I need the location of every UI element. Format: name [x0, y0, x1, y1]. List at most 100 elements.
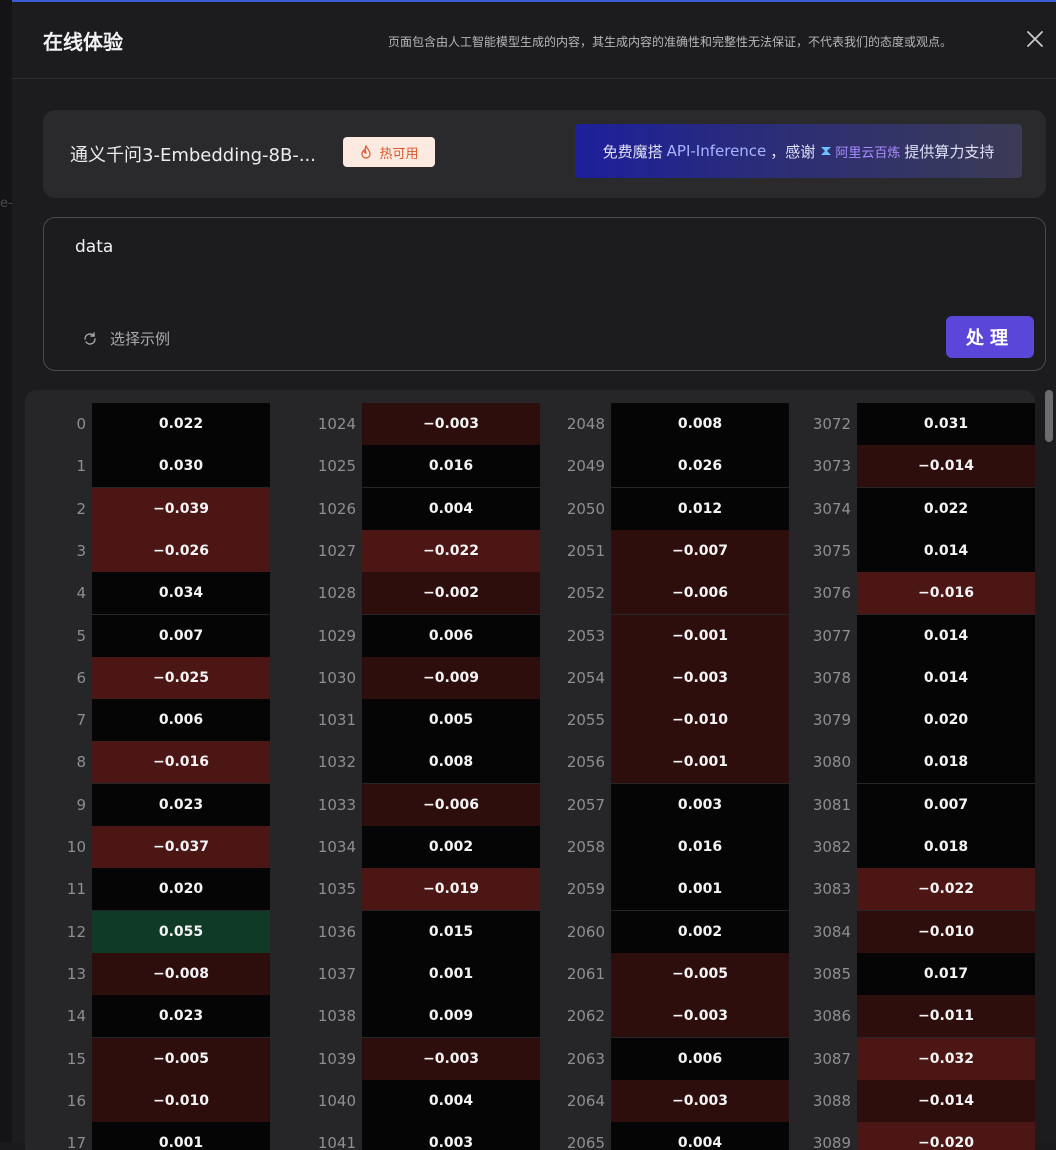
badge-label: 热可用 — [379, 146, 419, 162]
dimension-index: 1034 — [317, 838, 356, 856]
embedding-value-cell: −0.025 — [92, 656, 270, 699]
embedding-value-cell: −0.016 — [857, 572, 1035, 615]
embedding-value-cell: 0.006 — [92, 699, 270, 742]
embedding-value-cell: 0.016 — [362, 445, 540, 488]
bailian-logo-icon — [821, 147, 832, 155]
embedding-value-cell: 0.014 — [857, 614, 1035, 657]
embedding-value-cell: 0.055 — [92, 910, 270, 953]
embedding-value-cell: −0.020 — [857, 1122, 1035, 1150]
dimension-index: 1033 — [317, 795, 356, 814]
flame-icon — [361, 145, 372, 159]
dimension-index: 2049 — [566, 457, 605, 476]
input-text[interactable]: data — [75, 237, 113, 257]
dimension-index: 2064 — [566, 1091, 605, 1110]
dimension-index: 1039 — [317, 1049, 356, 1068]
text-input-box[interactable]: data 选择示例 处理 — [43, 217, 1046, 371]
embedding-value-cell: 0.001 — [362, 952, 540, 995]
embedding-value-cell: −0.001 — [611, 614, 789, 657]
embedding-value-cell: 0.014 — [857, 529, 1035, 572]
process-button[interactable]: 处理 — [946, 316, 1034, 358]
examples-label: 选择示例 — [110, 330, 171, 348]
dimension-index: 1031 — [317, 711, 356, 730]
dimension-index: 3083 — [812, 880, 851, 899]
embedding-value-cell: 0.031 — [857, 403, 1035, 445]
embedding-value-cell: −0.009 — [362, 656, 540, 699]
dimension-index: 0 — [76, 415, 86, 433]
dimension-index: 1027 — [317, 541, 356, 560]
embedding-value-cell: 0.015 — [362, 910, 540, 953]
close-button[interactable] — [1024, 28, 1046, 50]
scrollbar-thumb[interactable] — [1045, 390, 1053, 442]
embedding-value-cell: 0.006 — [611, 1037, 789, 1080]
dimension-index: 1030 — [317, 668, 356, 687]
model-card: 通义千问3-Embedding-8B-... 热可用 免费魔搭 API-Infe… — [43, 110, 1046, 198]
dimension-index: 8 — [76, 753, 86, 772]
embedding-value-cell: 0.001 — [92, 1122, 270, 1150]
dimension-index: 2054 — [566, 668, 605, 687]
embedding-value-cell: 0.003 — [611, 783, 789, 826]
dimension-index: 1040 — [317, 1091, 356, 1110]
banner-suffix: 提供算力支持 — [904, 142, 995, 161]
embedding-value-cell: 0.002 — [611, 910, 789, 953]
dimension-index: 1024 — [317, 415, 356, 433]
embedding-value-cell: −0.010 — [857, 910, 1035, 953]
dimension-index: 2063 — [566, 1049, 605, 1068]
api-inference-banner[interactable]: 免费魔搭 API-Inference ，感谢 阿里云百炼 提供算力支持 — [575, 124, 1022, 178]
dimension-index: 3080 — [812, 753, 851, 772]
dimension-index: 1025 — [317, 457, 356, 476]
dimension-index: 3 — [76, 541, 86, 560]
embedding-value-cell: 0.023 — [92, 995, 270, 1038]
embedding-value-cell: 0.020 — [857, 699, 1035, 742]
dimension-index: 13 — [66, 964, 86, 983]
embedding-value-cell: 0.023 — [92, 783, 270, 826]
select-example-button[interactable]: 选择示例 — [82, 328, 170, 349]
dimension-index: 11 — [66, 880, 86, 899]
dimension-index: 3074 — [812, 499, 851, 518]
embedding-value-cell: 0.014 — [857, 656, 1035, 699]
embedding-value-cell: 0.001 — [611, 868, 789, 911]
dimension-index: 2062 — [566, 1007, 605, 1026]
dimension-index: 3084 — [812, 922, 851, 941]
embedding-value-cell: −0.007 — [611, 529, 789, 572]
dimension-index: 2053 — [566, 626, 605, 645]
background-page: e- — [0, 0, 13, 1142]
dimension-index: 3078 — [812, 668, 851, 687]
embedding-value-cell: 0.030 — [92, 445, 270, 488]
dimension-index: 1032 — [317, 753, 356, 772]
embedding-value-cell: −0.006 — [362, 783, 540, 826]
embedding-value-cell: −0.002 — [362, 572, 540, 615]
dimension-index: 1037 — [317, 964, 356, 983]
dimension-index: 3077 — [812, 626, 851, 645]
dimension-index: 3082 — [812, 838, 851, 856]
dimension-index: 3089 — [812, 1134, 851, 1150]
embedding-value-cell: 0.007 — [857, 783, 1035, 826]
embedding-value-cell: 0.003 — [362, 1122, 540, 1150]
bailian-logo: 阿里云百炼 — [819, 142, 900, 161]
dimension-index: 1029 — [317, 626, 356, 645]
embedding-value-cell: −0.022 — [857, 868, 1035, 911]
results-scrollbar[interactable] — [1045, 390, 1053, 1142]
hot-available-badge: 热可用 — [343, 137, 435, 167]
dimension-index: 2060 — [566, 922, 605, 941]
dimension-index: 1028 — [317, 584, 356, 603]
dimension-index: 14 — [66, 1007, 86, 1026]
dimension-index: 2055 — [566, 711, 605, 730]
banner-middle: ，感谢 — [770, 142, 816, 161]
dimension-index: 3088 — [812, 1091, 851, 1110]
embedding-value-cell: 0.007 — [92, 614, 270, 657]
dimension-index: 1036 — [317, 922, 356, 941]
page-title: 在线体验 — [43, 30, 123, 54]
dimension-index: 7 — [76, 711, 86, 730]
embedding-value-cell: −0.005 — [92, 1037, 270, 1080]
embedding-value-cell: −0.003 — [362, 403, 540, 445]
model-name: 通义千问3-Embedding-8B-... — [70, 145, 316, 166]
dimension-index: 6 — [76, 668, 86, 687]
dimension-index: 3072 — [812, 415, 851, 433]
dimension-index: 2050 — [566, 499, 605, 518]
ai-disclaimer: 页面包含由人工智能模型生成的内容，其生成内容的准确性和完整性无法保证，不代表我们… — [388, 35, 953, 49]
dimension-index: 16 — [66, 1091, 86, 1110]
dimension-index: 2052 — [566, 584, 605, 603]
embedding-value-cell: −0.006 — [611, 572, 789, 615]
banner-prefix: 免费魔搭 — [602, 142, 663, 161]
embedding-value-cell: −0.016 — [92, 741, 270, 784]
